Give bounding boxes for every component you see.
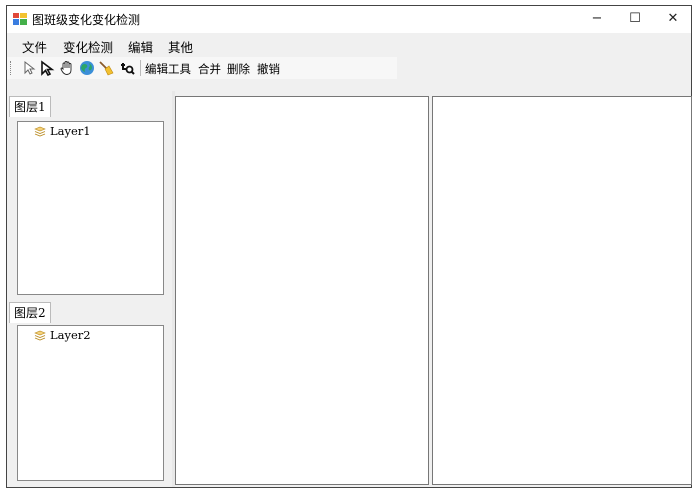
app-window: 图斑级变化变化检测 − ☐ ✕ 文件 变化检测 编辑 其他 编辑工具 合并 删除…: [6, 5, 692, 488]
find-icon[interactable]: [119, 60, 135, 76]
toolbar-separator: [140, 60, 141, 76]
layer-stack-icon: [34, 126, 46, 137]
toolbar-grip[interactable]: [10, 61, 14, 75]
layer2-tree[interactable]: Layer2: [17, 325, 164, 481]
broom-icon[interactable]: [98, 60, 114, 76]
map-view-left[interactable]: [175, 96, 429, 485]
menu-other[interactable]: 其他: [168, 37, 193, 56]
title-bar: 图斑级变化变化检测 − ☐ ✕: [7, 6, 691, 33]
map-view-right[interactable]: [432, 96, 692, 485]
layer1-tree[interactable]: Layer1: [17, 121, 164, 295]
layer-panel: 图层1 Layer1 图层2 Layer2: [7, 91, 172, 487]
toolbar: 编辑工具 合并 删除 撤销: [7, 57, 397, 79]
minimize-button[interactable]: −: [579, 8, 615, 30]
globe-icon[interactable]: [79, 60, 95, 76]
app-icon: [13, 13, 27, 25]
menu-change-detection[interactable]: 变化检测: [63, 37, 113, 56]
edit-tools-button[interactable]: 编辑工具: [145, 61, 191, 77]
layer2-header[interactable]: 图层2: [9, 302, 51, 323]
menu-edit[interactable]: 编辑: [128, 37, 153, 56]
layer2-label: Layer2: [50, 328, 91, 342]
select-arrow-icon[interactable]: [21, 60, 37, 76]
undo-button[interactable]: 撤销: [257, 61, 280, 77]
maximize-button[interactable]: ☐: [617, 8, 653, 30]
menu-bar: 文件 变化检测 编辑 其他: [7, 33, 691, 55]
layer-stack-icon: [34, 330, 46, 341]
pan-hand-icon[interactable]: [59, 60, 75, 76]
layer1-label: Layer1: [50, 124, 91, 138]
delete-button[interactable]: 删除: [227, 61, 250, 77]
select-cursor-icon[interactable]: [39, 60, 55, 76]
menu-file[interactable]: 文件: [22, 37, 47, 56]
window-title: 图斑级变化变化检测: [32, 13, 141, 27]
merge-button[interactable]: 合并: [198, 61, 221, 77]
layer1-header[interactable]: 图层1: [9, 96, 51, 117]
close-button[interactable]: ✕: [655, 8, 691, 30]
